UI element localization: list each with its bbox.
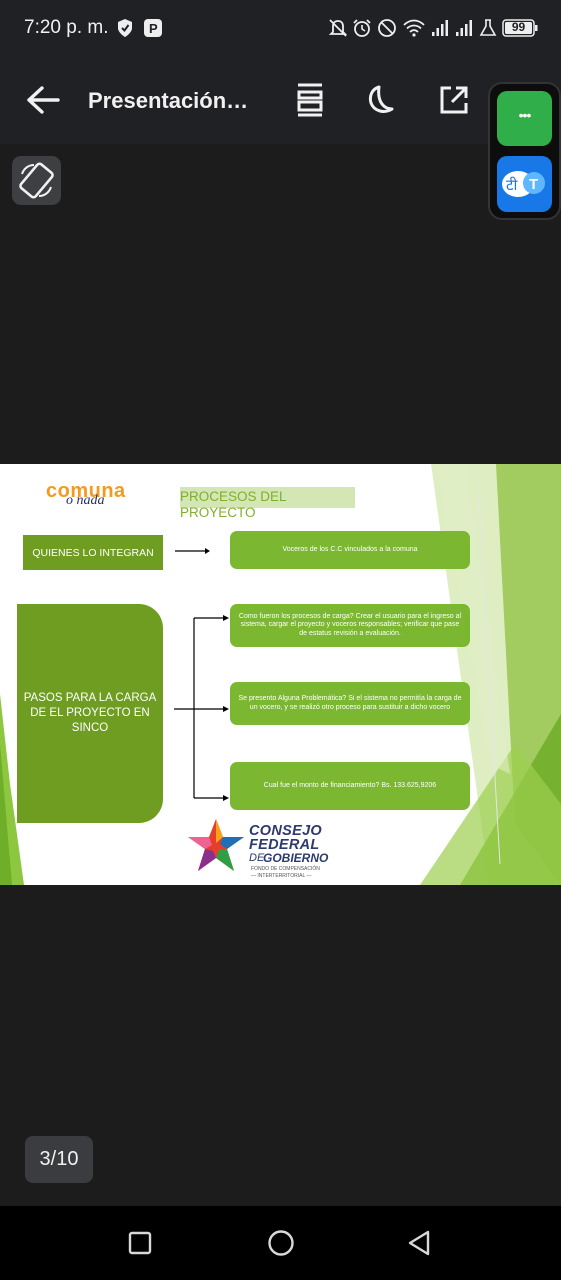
pasos-box: PASOS PARA LA CARGA DE EL PROYECTO EN SI… [17, 604, 163, 823]
mute-icon [328, 18, 348, 43]
step2-text: Se presento Alguna Problemática? Si el s… [238, 695, 462, 711]
pasos-label: PASOS PARA LA CARGA DE EL PROYECTO EN SI… [23, 692, 157, 734]
night-mode-icon[interactable] [366, 84, 398, 121]
status-bar: 7:20 p. m. P 99 [0, 0, 561, 58]
branch-arrows [174, 615, 229, 801]
p-app-icon: P [143, 18, 163, 43]
more-dots-icon: ••• [518, 107, 532, 123]
open-external-icon[interactable] [439, 85, 469, 120]
dnd-icon [377, 18, 397, 43]
arrow-quienes [175, 548, 210, 554]
back-triangle-icon[interactable] [406, 1229, 432, 1262]
rotate-icon [19, 162, 54, 199]
page-indicator-label: 3/10 [39, 1148, 79, 1170]
consejo-line3b: GOBIERNO [263, 851, 329, 865]
rotate-screen-button[interactable] [12, 156, 61, 205]
quienes-label: QUIENES LO INTEGRAN [32, 546, 154, 559]
consejo-star-logo [188, 819, 244, 871]
status-time: 7:20 p. m. [24, 17, 109, 38]
step2-box: Se presento Alguna Problemática? Si el s… [230, 682, 470, 725]
floating-more-button[interactable]: ••• [497, 91, 552, 146]
slide-title-text: PROCESOS DEL PROYECTO [180, 489, 287, 520]
step1-box: Como fueron los procesos de carga? Crear… [230, 604, 470, 647]
signal-icon-2 [454, 18, 474, 43]
consejo-line3a: DE [249, 852, 265, 864]
svg-text:T: T [529, 176, 538, 193]
consejo-sub2: — INTERTERRITORIAL — [251, 873, 312, 879]
step3-box: Cual fue el monto de financiamiento? Bs.… [230, 762, 470, 810]
page-title: Presentación… [88, 88, 249, 113]
svg-text:P: P [149, 21, 158, 36]
flask-icon [479, 18, 497, 43]
quienes-box: QUIENES LO INTEGRAN [23, 535, 163, 570]
alarm-icon [352, 18, 372, 43]
battery-icon: 99 [502, 19, 538, 42]
translate-glyph: टी [506, 176, 519, 194]
signal-icon [430, 18, 450, 43]
app-bar [0, 58, 561, 144]
home-circle-icon[interactable] [267, 1229, 295, 1262]
layout-icon[interactable] [296, 83, 324, 122]
comuna-logo-subtitle: o nada [66, 493, 105, 508]
quienes-answer: Voceros de los C.C vinculados a la comun… [282, 545, 418, 553]
step3-text: Cual fue el monto de financiamiento? Bs.… [263, 781, 437, 789]
wifi-icon [402, 18, 426, 43]
battery-level: 99 [511, 20, 526, 34]
back-arrow-icon[interactable] [26, 85, 60, 120]
shield-icon [116, 18, 134, 43]
system-nav-bar [0, 1206, 561, 1280]
page-indicator: 3/10 [25, 1136, 93, 1183]
quienes-answer-box: Voceros de los C.C vinculados a la comun… [230, 531, 470, 569]
step1-text: Como fueron los procesos de carga? Crear… [238, 612, 462, 637]
consejo-sub1: FONDO DE COMPENSACIÓN [251, 866, 320, 872]
floating-translate-button[interactable]: टी T [497, 156, 552, 212]
translate-icon: टी T [502, 171, 545, 197]
recents-square-icon[interactable] [128, 1231, 152, 1260]
